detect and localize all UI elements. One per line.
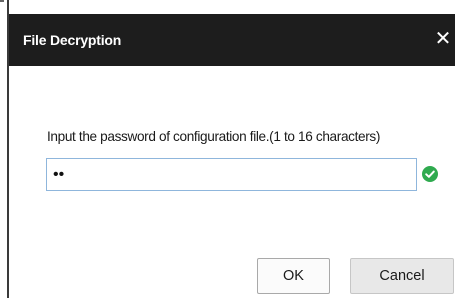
password-prompt: Input the password of configuration file… [47, 129, 381, 144]
edge-tick [0, 0, 4, 2]
file-decryption-dialog: File Decryption ✕ Input the password of … [0, 0, 455, 298]
window-left-edge [0, 0, 9, 298]
dialog-title: File Decryption [23, 32, 122, 48]
dialog-titlebar: File Decryption ✕ [9, 14, 455, 66]
check-circle-icon [422, 166, 438, 182]
close-icon[interactable]: ✕ [433, 28, 453, 50]
ok-button[interactable]: OK [257, 258, 330, 294]
cancel-button[interactable]: Cancel [350, 258, 454, 294]
password-input[interactable] [46, 158, 417, 191]
